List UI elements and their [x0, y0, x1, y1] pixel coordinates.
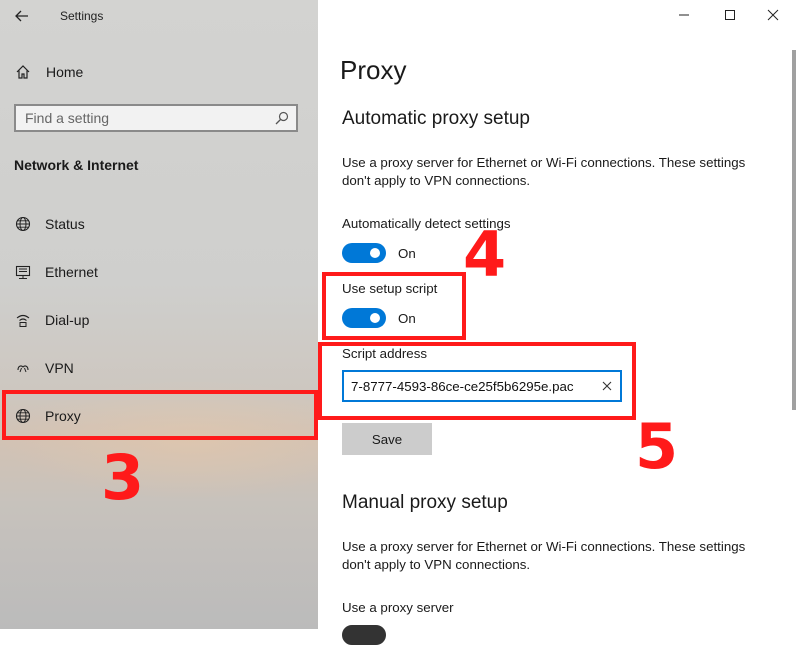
- back-button[interactable]: [10, 4, 34, 28]
- clear-icon: [602, 381, 612, 391]
- sidebar-item-ethernet[interactable]: Ethernet: [0, 252, 318, 292]
- save-button[interactable]: Save: [342, 423, 432, 455]
- sidebar: Settings Home Network & Internet Status …: [0, 0, 318, 629]
- search-icon[interactable]: [268, 111, 296, 125]
- auto-detect-state: On: [398, 246, 416, 261]
- manual-proxy-description: Use a proxy server for Ethernet or Wi-Fi…: [342, 539, 746, 572]
- sidebar-item-label: VPN: [45, 360, 74, 376]
- section-heading: Network & Internet: [14, 157, 139, 173]
- vpn-icon: [14, 359, 32, 377]
- main-content: Proxy Automatic proxy setup Use a proxy …: [318, 0, 796, 645]
- minimize-button[interactable]: [661, 0, 707, 30]
- sidebar-item-label: Dial-up: [45, 312, 90, 328]
- page-title: Proxy: [340, 55, 407, 85]
- automatic-proxy-heading: Automatic proxy setup: [342, 108, 530, 129]
- maximize-icon: [725, 10, 735, 20]
- automatic-proxy-description: Use a proxy server for Ethernet or Wi-Fi…: [342, 155, 746, 188]
- sidebar-item-label: Proxy: [45, 408, 81, 424]
- sidebar-item-home[interactable]: Home: [0, 52, 318, 92]
- manual-proxy-heading: Manual proxy setup: [342, 492, 508, 513]
- dialup-icon: [14, 311, 32, 329]
- maximize-button[interactable]: [707, 0, 753, 30]
- use-proxy-toggle[interactable]: [342, 625, 386, 645]
- script-address-input[interactable]: [344, 377, 594, 395]
- app-title: Settings: [60, 9, 104, 23]
- sidebar-item-proxy[interactable]: Proxy: [0, 396, 318, 436]
- sidebar-item-label: Status: [45, 216, 85, 232]
- close-icon: [767, 9, 779, 21]
- auto-detect-label: Automatically detect settings: [342, 216, 511, 231]
- search-input[interactable]: [16, 109, 268, 127]
- use-proxy-label: Use a proxy server: [342, 600, 454, 615]
- sidebar-item-label: Home: [46, 64, 84, 80]
- setup-script-toggle[interactable]: [342, 308, 386, 328]
- auto-detect-toggle[interactable]: [342, 243, 386, 263]
- sidebar-item-label: Ethernet: [45, 264, 98, 280]
- sidebar-item-status[interactable]: Status: [0, 204, 318, 244]
- clear-button[interactable]: [594, 381, 620, 391]
- scrollbar[interactable]: [792, 50, 796, 410]
- setup-script-state: On: [398, 311, 416, 326]
- ethernet-icon: [14, 263, 32, 281]
- sidebar-item-vpn[interactable]: VPN: [0, 348, 318, 388]
- close-button[interactable]: [750, 0, 796, 30]
- globe-status-icon: [14, 215, 32, 233]
- back-arrow-icon: [15, 10, 28, 22]
- sidebar-item-dialup[interactable]: Dial-up: [0, 300, 318, 340]
- setup-script-label: Use setup script: [342, 281, 438, 296]
- globe-icon: [14, 407, 32, 425]
- minimize-icon: [679, 14, 689, 16]
- search-box[interactable]: [14, 104, 298, 132]
- home-icon: [14, 63, 32, 81]
- script-address-label: Script address: [342, 346, 427, 361]
- script-address-field[interactable]: [342, 370, 622, 402]
